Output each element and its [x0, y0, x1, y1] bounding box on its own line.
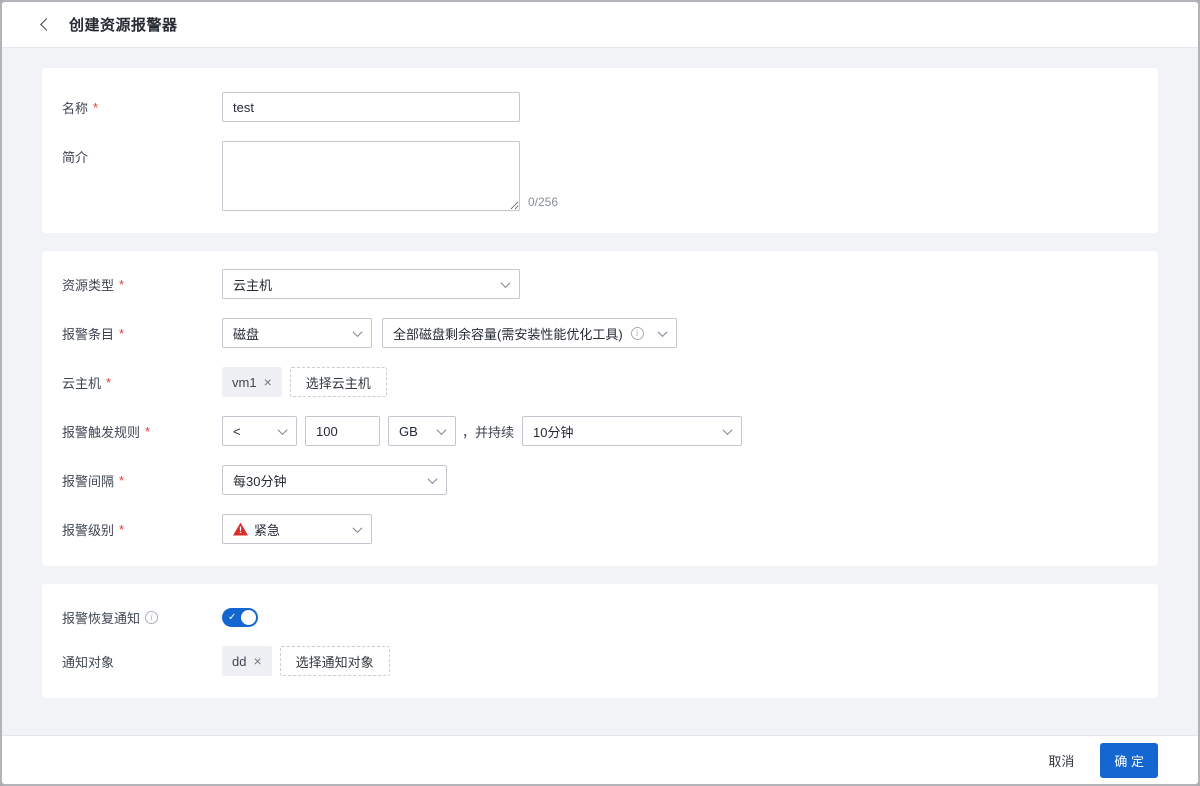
notify-target-label: 通知对象: [62, 652, 222, 671]
row-vm: 云主机 * vm1 × 选择云主机: [62, 367, 1138, 397]
intro-textarea[interactable]: [222, 141, 520, 211]
resource-type-select[interactable]: 云主机: [222, 269, 520, 299]
required-mark: *: [119, 277, 124, 292]
required-mark: *: [93, 100, 98, 115]
cancel-button[interactable]: 取消: [1048, 751, 1074, 770]
alarm-category-select[interactable]: 磁盘: [222, 318, 372, 348]
unit-select[interactable]: GB: [388, 416, 456, 446]
row-name: 名称 *: [62, 92, 1138, 122]
resource-type-label: 资源类型 *: [62, 275, 222, 294]
info-icon: i: [631, 327, 644, 340]
required-mark: *: [145, 424, 150, 439]
row-alarm-item: 报警条目 * 磁盘 全部磁盘剩余容量(需安装性能优化工具) i: [62, 318, 1138, 348]
interval-label: 报警间隔 *: [62, 471, 222, 490]
page-title: 创建资源报警器: [69, 14, 178, 35]
row-interval: 报警间隔 * 每30分钟: [62, 465, 1138, 495]
row-resource-type: 资源类型 * 云主机: [62, 269, 1138, 299]
info-icon: i: [145, 611, 158, 624]
row-recovery-notice: 报警恢复通知 i ✓: [62, 608, 1138, 627]
row-trigger-rule: 报警触发规则 * < GB ，并持续 10分钟: [62, 416, 1138, 446]
chevron-down-icon: [437, 425, 447, 435]
intro-label: 简介: [62, 141, 222, 166]
card-alarm-rule: 资源类型 * 云主机 报警条目 * 磁盘: [42, 251, 1158, 566]
notify-target-tag: dd ×: [222, 646, 272, 676]
duration-select[interactable]: 10分钟: [522, 416, 742, 446]
chevron-down-icon: [658, 327, 668, 337]
vm-label: 云主机 *: [62, 373, 222, 392]
footer-actions: 取消 确 定: [2, 735, 1198, 784]
chevron-down-icon: [501, 278, 511, 288]
alarm-metric-select[interactable]: 全部磁盘剩余容量(需安装性能优化工具) i: [382, 318, 677, 348]
toggle-knob: [241, 610, 256, 625]
select-vm-button[interactable]: 选择云主机: [290, 367, 387, 397]
form-content: 名称 * 简介 0/256 资源类型: [2, 48, 1198, 735]
operator-select[interactable]: <: [222, 416, 297, 446]
alarm-item-label: 报警条目 *: [62, 324, 222, 343]
page-header: 创建资源报警器: [2, 2, 1198, 48]
chevron-down-icon: [353, 327, 363, 337]
card-basic-info: 名称 * 简介 0/256: [42, 68, 1158, 233]
row-notify-target: 通知对象 dd × 选择通知对象: [62, 646, 1138, 676]
level-select[interactable]: ! 紧急: [222, 514, 372, 544]
card-notification: 报警恢复通知 i ✓ 通知对象 dd ×: [42, 584, 1158, 698]
remove-tag-icon[interactable]: ×: [253, 654, 261, 668]
chevron-down-icon: [353, 523, 363, 533]
back-icon[interactable]: [40, 18, 53, 31]
required-mark: *: [119, 522, 124, 537]
chevron-down-icon: [428, 474, 438, 484]
threshold-input[interactable]: [305, 416, 380, 446]
check-icon: ✓: [228, 612, 236, 622]
vm-tag: vm1 ×: [222, 367, 282, 397]
select-notify-target-button[interactable]: 选择通知对象: [280, 646, 390, 676]
warning-icon: !: [233, 523, 248, 536]
create-alarm-page: 创建资源报警器 名称 * 简介 0/256: [0, 0, 1200, 786]
row-level: 报警级别 * ! 紧急: [62, 514, 1138, 544]
chevron-down-icon: [278, 425, 288, 435]
duration-prefix-text: ，并持续: [462, 422, 514, 441]
remove-tag-icon[interactable]: ×: [264, 375, 272, 389]
trigger-rule-label: 报警触发规则 *: [62, 422, 222, 441]
recovery-notice-toggle[interactable]: ✓: [222, 608, 258, 627]
name-input[interactable]: [222, 92, 520, 122]
recovery-notice-label: 报警恢复通知 i: [62, 608, 222, 627]
chevron-down-icon: [723, 425, 733, 435]
name-label: 名称 *: [62, 98, 222, 117]
interval-select[interactable]: 每30分钟: [222, 465, 447, 495]
row-intro: 简介 0/256: [62, 141, 1138, 211]
level-label: 报警级别 *: [62, 520, 222, 539]
required-mark: *: [106, 375, 111, 390]
required-mark: *: [119, 473, 124, 488]
required-mark: *: [119, 326, 124, 341]
confirm-button[interactable]: 确 定: [1100, 743, 1158, 778]
char-counter: 0/256: [528, 195, 558, 211]
